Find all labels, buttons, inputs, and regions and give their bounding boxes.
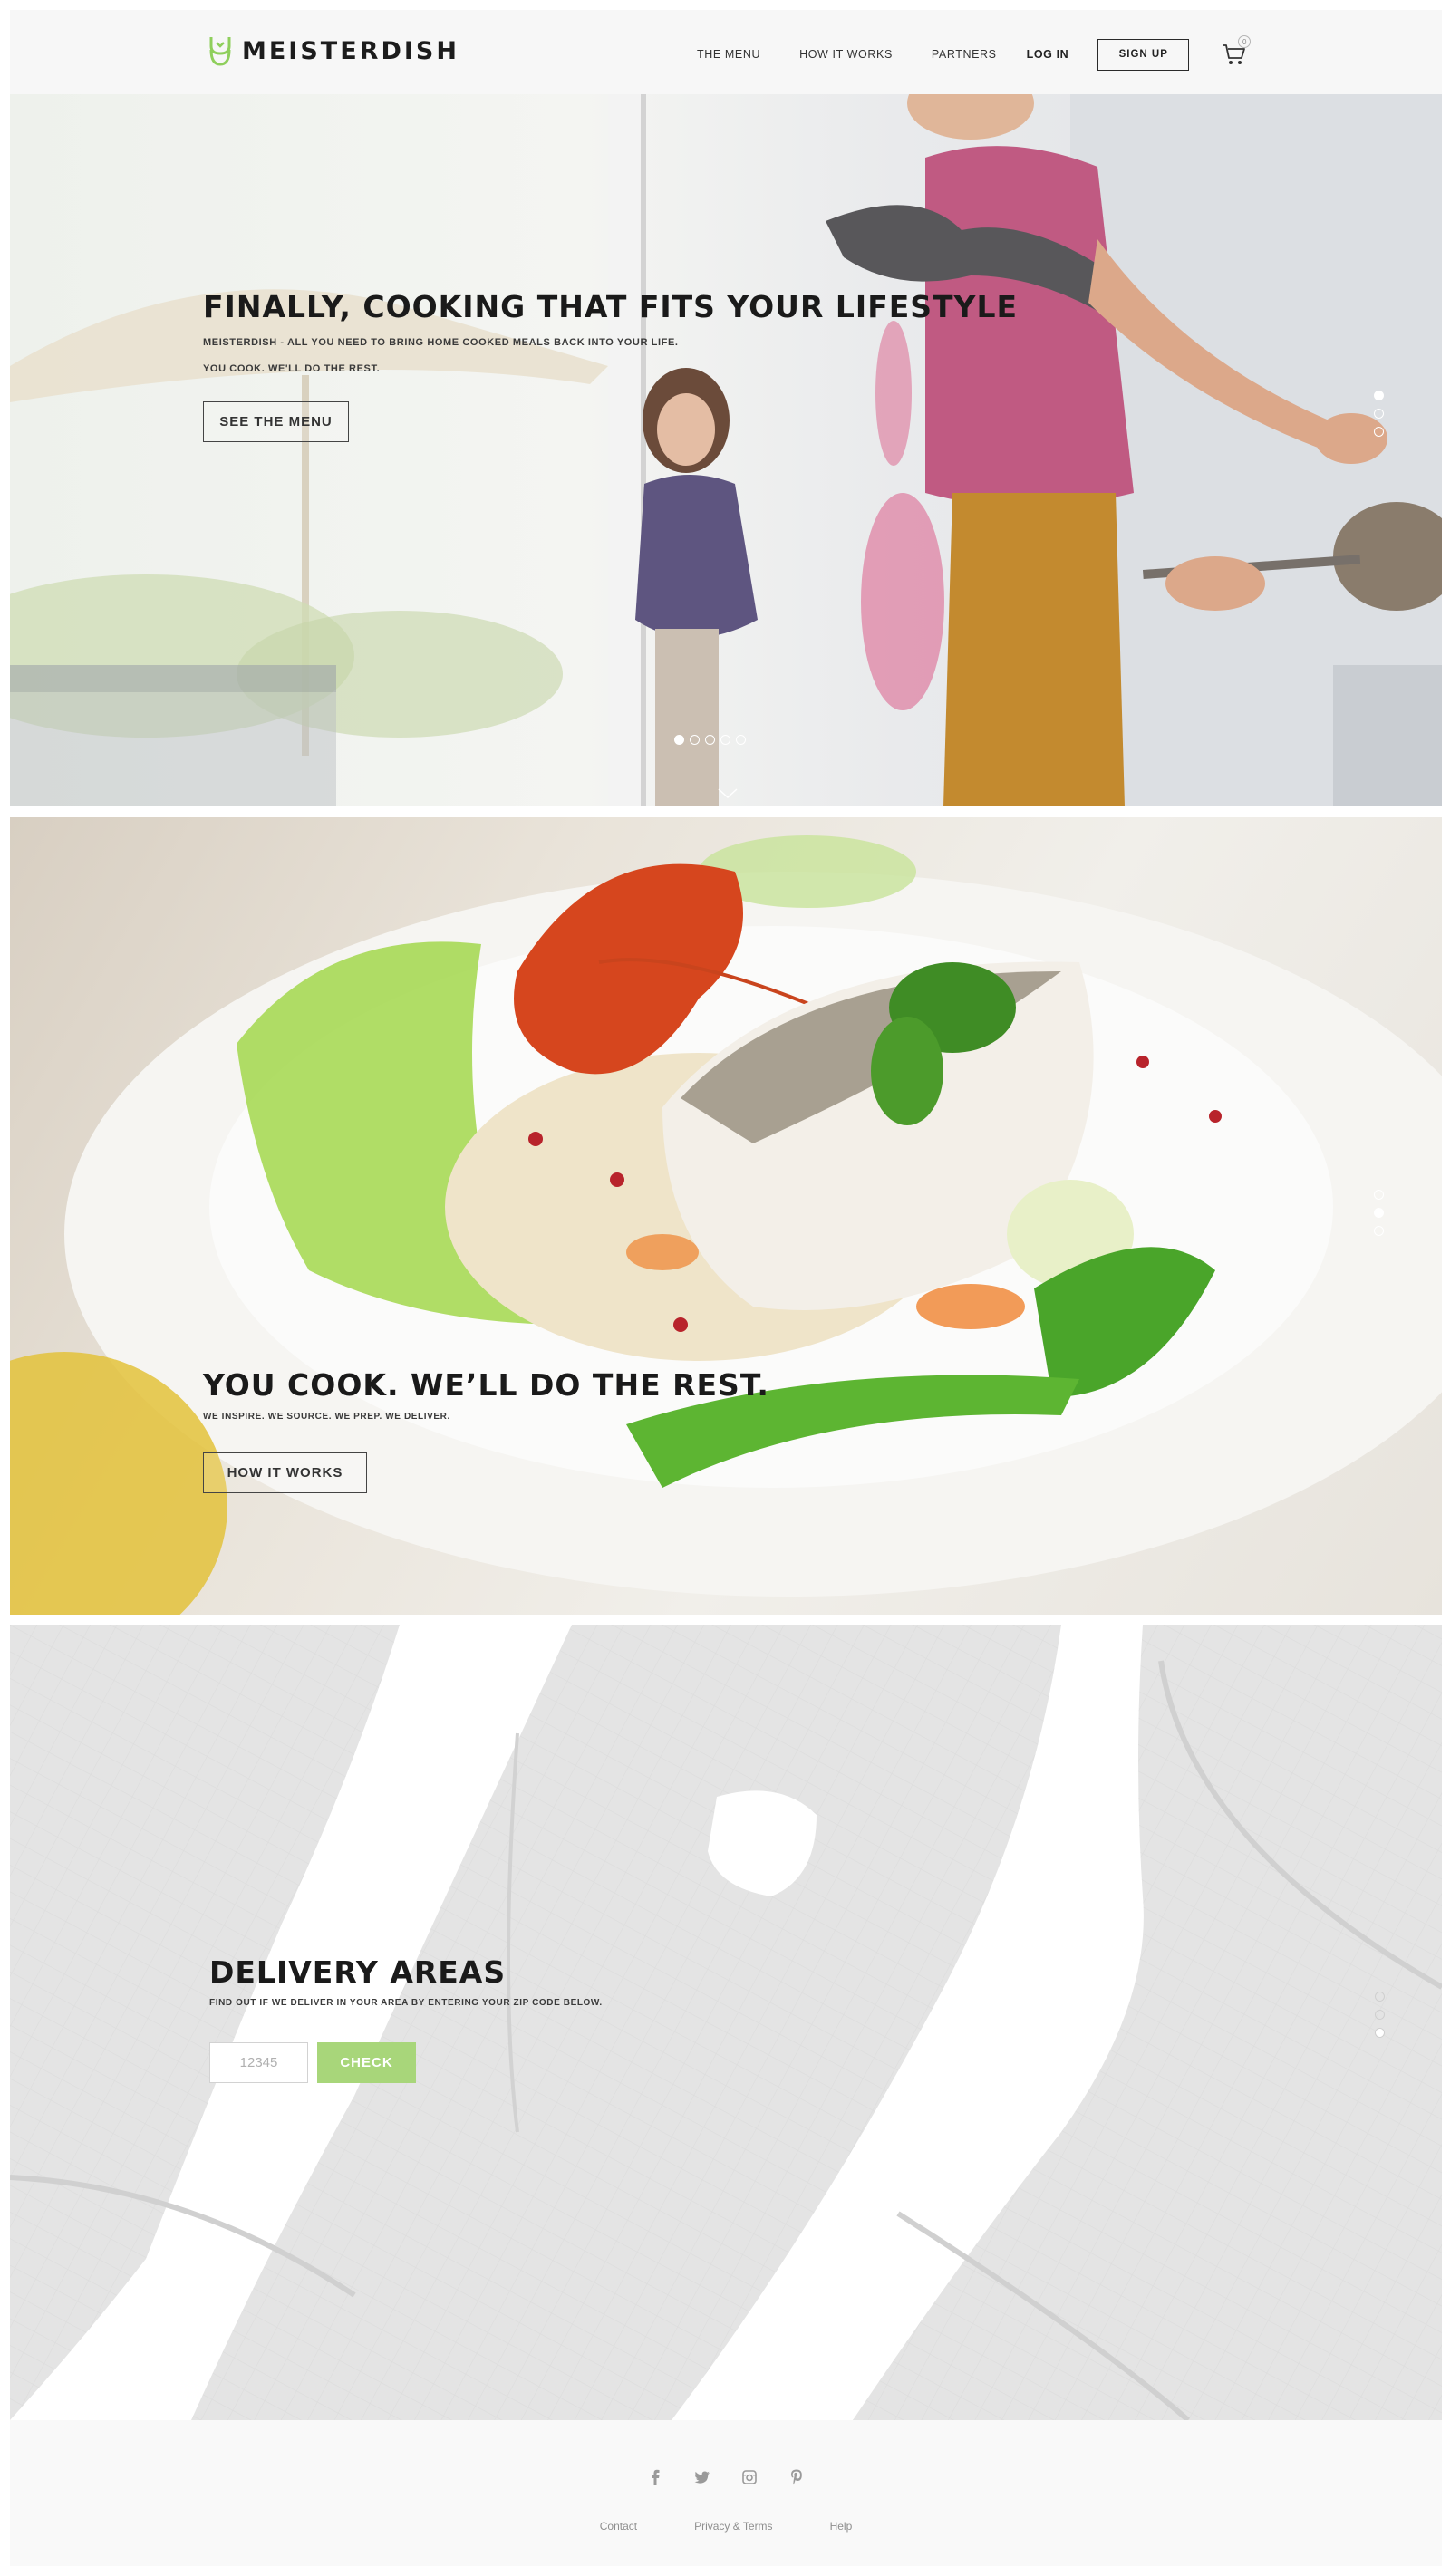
- section-dot-1[interactable]: [1374, 391, 1384, 400]
- social-links: [10, 2467, 1442, 2487]
- section-dot-1[interactable]: [1375, 1992, 1385, 2002]
- nav-partners[interactable]: PARTNERS: [932, 48, 997, 61]
- hero-slide-pager: [674, 735, 746, 745]
- how-it-works-button[interactable]: HOW IT WORKS: [203, 1452, 367, 1493]
- cart-button[interactable]: 0: [1222, 35, 1252, 66]
- pinterest-icon[interactable]: [787, 2467, 807, 2487]
- section-dot-3[interactable]: [1374, 1226, 1384, 1236]
- instagram-icon[interactable]: [740, 2467, 759, 2487]
- footer-link-help[interactable]: Help: [830, 2520, 853, 2533]
- how-it-works-section: YOU COOK. WE’LL DO THE REST. WE INSPIRE.…: [10, 817, 1442, 1615]
- dish-photo: [10, 835, 1442, 1615]
- hero-content: FINALLY, COOKING THAT FITS YOUR LIFESTYL…: [203, 289, 1019, 442]
- how-it-works-title: YOU COOK. WE’LL DO THE REST.: [203, 1367, 769, 1403]
- section-dot-2[interactable]: [1374, 1208, 1384, 1218]
- slide-dot-1[interactable]: [674, 735, 684, 745]
- site-header: MEISTERDISH THE MENU HOW IT WORKS PARTNE…: [10, 10, 1442, 94]
- delivery-title: DELIVERY AREAS: [209, 1954, 507, 1990]
- footer-link-privacy-terms[interactable]: Privacy & Terms: [694, 2520, 772, 2533]
- how-it-works-content: YOU COOK. WE’LL DO THE REST. WE INSPIRE.…: [203, 1367, 769, 1493]
- hero-photo: [10, 94, 1442, 806]
- hero-subtitle: MEISTERDISH - ALL YOU NEED TO BRING HOME…: [203, 337, 679, 348]
- section-dot-2[interactable]: [1374, 409, 1384, 419]
- check-button[interactable]: CHECK: [317, 2042, 416, 2083]
- slide-dot-3[interactable]: [705, 735, 715, 745]
- slide-dot-2[interactable]: [690, 735, 700, 745]
- twitter-icon[interactable]: [692, 2467, 712, 2487]
- hero-title: FINALLY, COOKING THAT FITS YOUR LIFESTYL…: [203, 289, 1019, 324]
- see-the-menu-button[interactable]: SEE THE MENU: [203, 401, 349, 442]
- section-dot-3[interactable]: [1374, 427, 1384, 437]
- cart-count-badge: 0: [1238, 35, 1252, 48]
- brand-name: MEISTERDISH: [242, 36, 459, 65]
- delivery-areas-section: DELIVERY AREAS FIND OUT IF WE DELIVER IN…: [10, 1625, 1442, 2420]
- brand-logo[interactable]: MEISTERDISH: [209, 35, 459, 66]
- section-dot-3[interactable]: [1375, 2028, 1385, 2038]
- hero-section: FINALLY, COOKING THAT FITS YOUR LIFESTYL…: [10, 94, 1442, 806]
- zip-check-form: CHECK: [209, 2042, 603, 2083]
- hero-tagline: YOU COOK. WE'LL DO THE REST.: [203, 363, 381, 374]
- zip-code-input[interactable]: [209, 2042, 308, 2083]
- footer-links: Contact Privacy & Terms Help: [10, 2520, 1442, 2533]
- slide-dot-5[interactable]: [736, 735, 746, 745]
- main-nav: THE MENU HOW IT WORKS PARTNERS LOG IN SI…: [697, 35, 1252, 71]
- chevron-down-icon[interactable]: [718, 788, 738, 799]
- footer-link-contact[interactable]: Contact: [600, 2520, 637, 2533]
- section-pager: [1374, 391, 1384, 437]
- slide-dot-4[interactable]: [720, 735, 730, 745]
- section-pager: [1374, 1190, 1384, 1236]
- nav-log-in[interactable]: LOG IN: [1027, 48, 1069, 61]
- facebook-icon[interactable]: [645, 2467, 665, 2487]
- delivery-content: DELIVERY AREAS FIND OUT IF WE DELIVER IN…: [209, 1954, 603, 2083]
- sign-up-button[interactable]: SIGN UP: [1097, 38, 1190, 71]
- section-dot-1[interactable]: [1374, 1190, 1384, 1200]
- logo-mark-icon: [209, 37, 231, 66]
- section-dot-2[interactable]: [1375, 2010, 1385, 2020]
- nav-the-menu[interactable]: THE MENU: [697, 48, 760, 61]
- how-it-works-subtitle: WE INSPIRE. WE SOURCE. WE PREP. WE DELIV…: [203, 1412, 450, 1422]
- nav-how-it-works[interactable]: HOW IT WORKS: [799, 48, 893, 61]
- delivery-subtitle: FIND OUT IF WE DELIVER IN YOUR AREA BY E…: [209, 1998, 603, 2008]
- section-pager: [1375, 1992, 1385, 2038]
- site-footer: Contact Privacy & Terms Help: [10, 2420, 1442, 2566]
